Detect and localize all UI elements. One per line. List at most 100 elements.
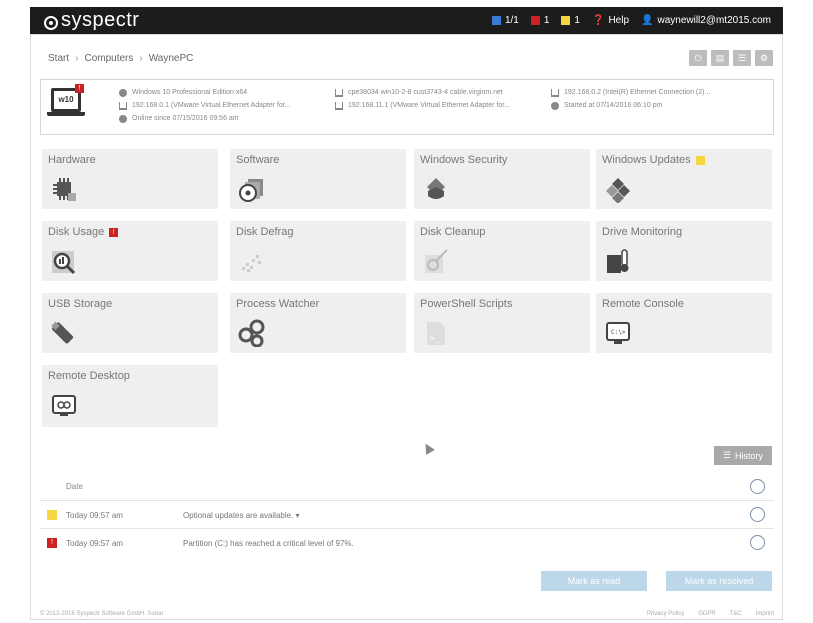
footer-link-gdpr[interactable]: GDPR <box>698 611 715 617</box>
select-all-checkbox[interactable] <box>750 479 765 494</box>
ip-info-3: 192.168.0.2 (Intel(R) Ethernet Connectio… <box>551 86 710 99</box>
svg-text:>_: >_ <box>430 334 440 343</box>
mark-as-read-button[interactable]: Mark as read <box>541 571 647 591</box>
tile-label: Drive Monitoring <box>602 226 683 238</box>
shield-icon <box>427 178 445 199</box>
computer-alert-badge: ! <box>75 84 84 93</box>
yellow-alerts-count: 1 <box>574 15 580 26</box>
footer-link-imprint[interactable]: Imprint <box>756 611 774 617</box>
settings-button[interactable]: ⚙ <box>755 50 773 66</box>
info-column-1: Windows 10 Professional Edition x64 192.… <box>119 86 291 125</box>
hostname-text: cpe38034 win10-2-8 cust3743-4 cable.virg… <box>348 89 503 96</box>
table-divider <box>40 500 774 501</box>
breadcrumb: Start › Computers › WaynePC <box>48 53 193 64</box>
tile-remote-desktop[interactable]: Remote Desktop <box>42 365 218 427</box>
history-label: History <box>735 450 764 461</box>
tile-drive-monitoring[interactable]: Drive Monitoring <box>596 221 772 281</box>
red-alert-icon <box>530 16 540 25</box>
clock-icon <box>119 114 127 123</box>
user-icon: 👤 <box>641 15 654 26</box>
tile-label: Disk Cleanup <box>420 226 486 238</box>
computers-indicator[interactable]: 1/1 <box>491 15 519 26</box>
usb-icon <box>51 321 74 344</box>
tile-software[interactable]: Software <box>230 149 406 209</box>
tile-powershell-scripts[interactable]: PowerShell Scripts >_ <box>414 293 590 353</box>
header-actions: ⏻ ▤ ☰ ⚙ <box>689 50 773 66</box>
disk-usage-icon <box>52 251 76 275</box>
mark-as-resolved-button[interactable]: Mark as resolved <box>666 571 772 591</box>
brand-name: syspectr <box>61 9 140 31</box>
tile-label: Software <box>236 154 280 166</box>
computer-info-box: w10 ! Windows 10 Professional Edition x6… <box>40 79 774 135</box>
tile-windows-updates[interactable]: Windows Updates <box>596 149 772 209</box>
top-bar: syspectr 1/1 1 1 ❓ Help 👤 waynewill2@mt2… <box>30 7 783 34</box>
row-select-checkbox[interactable] <box>750 507 765 522</box>
help-icon: ❓ <box>591 15 605 26</box>
tile-hardware[interactable]: Hardware <box>42 149 218 209</box>
cleanup-icon <box>425 249 448 273</box>
power-button[interactable]: ⏻ <box>689 50 707 66</box>
red-alerts-count: 1 <box>543 15 550 26</box>
tile-label: Disk Defrag <box>236 226 294 238</box>
online-text: Online since 07/15/2016 09:56 am <box>132 115 239 122</box>
info-column-3: 192.168.0.2 (Intel(R) Ethernet Connectio… <box>551 86 710 112</box>
user-menu[interactable]: 👤 waynewill2@mt2015.com <box>641 15 771 26</box>
yellow-alerts-indicator[interactable]: 1 <box>561 15 580 26</box>
tile-disk-defrag[interactable]: Disk Defrag <box>230 221 406 281</box>
tile-label: Windows Updates <box>602 154 691 166</box>
error-badge: ! <box>109 227 119 237</box>
footer-link-terms[interactable]: T&C <box>730 611 742 617</box>
mark-read-label: Mark as read <box>567 576 621 586</box>
thermometer-icon <box>607 249 629 273</box>
tile-disk-usage[interactable]: Disk Usage! <box>42 221 218 281</box>
computer-icon <box>491 16 501 25</box>
footer-link-privacy[interactable]: Privacy Policy <box>647 611 684 617</box>
os-badge: w10 <box>58 95 74 104</box>
red-alerts-indicator[interactable]: 1 <box>530 15 550 26</box>
network-icon <box>119 101 127 110</box>
event-time: Today 09:57 am <box>66 511 123 520</box>
breadcrumb-computers[interactable]: Computers <box>84 53 133 64</box>
table-row[interactable]: Today 09:57 am Optional updates are avai… <box>40 503 774 527</box>
column-date[interactable]: Date <box>66 482 83 491</box>
mark-resolved-label: Mark as resolved <box>684 576 754 586</box>
document-button[interactable]: ▤ <box>711 50 729 66</box>
laptop-base <box>47 112 85 116</box>
tile-label: PowerShell Scripts <box>420 298 513 310</box>
tile-label: Process Watcher <box>236 298 320 310</box>
history-button[interactable]: ☰ History <box>714 446 772 465</box>
app-logo[interactable]: syspectr <box>44 9 139 32</box>
doc-icon: ▤ <box>715 52 725 63</box>
event-message: Partition (C:) has reached a critical le… <box>183 539 354 548</box>
tile-process-watcher[interactable]: Process Watcher <box>230 293 406 353</box>
row-select-checkbox[interactable] <box>750 535 765 550</box>
tile-usb-storage[interactable]: USB Storage <box>42 293 218 353</box>
power-icon: ⏻ <box>694 52 702 63</box>
footer: © 2012-2016 Syspectr Software GmbH. Sona… <box>40 611 774 617</box>
ip-info-2: 192.168.11.1 (VMware Virtual Ethernet Ad… <box>335 99 510 112</box>
breadcrumb-separator: › <box>139 53 143 64</box>
console-icon: C:\> <box>606 322 630 344</box>
os-info: Windows 10 Professional Edition x64 <box>119 86 291 99</box>
tile-disk-cleanup[interactable]: Disk Cleanup <box>414 221 590 281</box>
help-label: Help <box>608 15 630 26</box>
list-button[interactable]: ☰ <box>733 50 751 66</box>
help-link[interactable]: ❓ Help <box>592 15 629 26</box>
event-message[interactable]: Optional updates are available. ▾ <box>183 511 300 520</box>
events-table-header: Date <box>40 476 774 496</box>
tile-windows-security[interactable]: Windows Security <box>414 149 590 209</box>
table-row[interactable]: ! Today 09:57 am Partition (C:) has reac… <box>40 531 774 555</box>
ip-text-3: 192.168.0.2 (Intel(R) Ethernet Connectio… <box>564 89 711 96</box>
hostname-info: cpe38034 win10-2-8 cust3743-4 cable.virg… <box>335 86 510 99</box>
tile-label: Hardware <box>48 154 96 166</box>
copyright-text: © 2012-2016 Syspectr Software GmbH. Sona… <box>40 611 164 617</box>
tile-remote-console[interactable]: Remote Console C:\> <box>596 293 772 353</box>
breadcrumb-start[interactable]: Start <box>48 53 69 64</box>
table-divider <box>40 528 774 529</box>
chip-icon <box>53 178 76 201</box>
ip-text-2: 192.168.11.1 (VMware Virtual Ethernet Ad… <box>348 102 511 109</box>
clock-icon <box>551 101 559 110</box>
ip-info: 192.168.0.1 (VMware Virtual Ethernet Ada… <box>119 99 291 112</box>
tile-label: Disk Usage <box>48 226 105 238</box>
history-icon: ☰ <box>722 450 732 460</box>
